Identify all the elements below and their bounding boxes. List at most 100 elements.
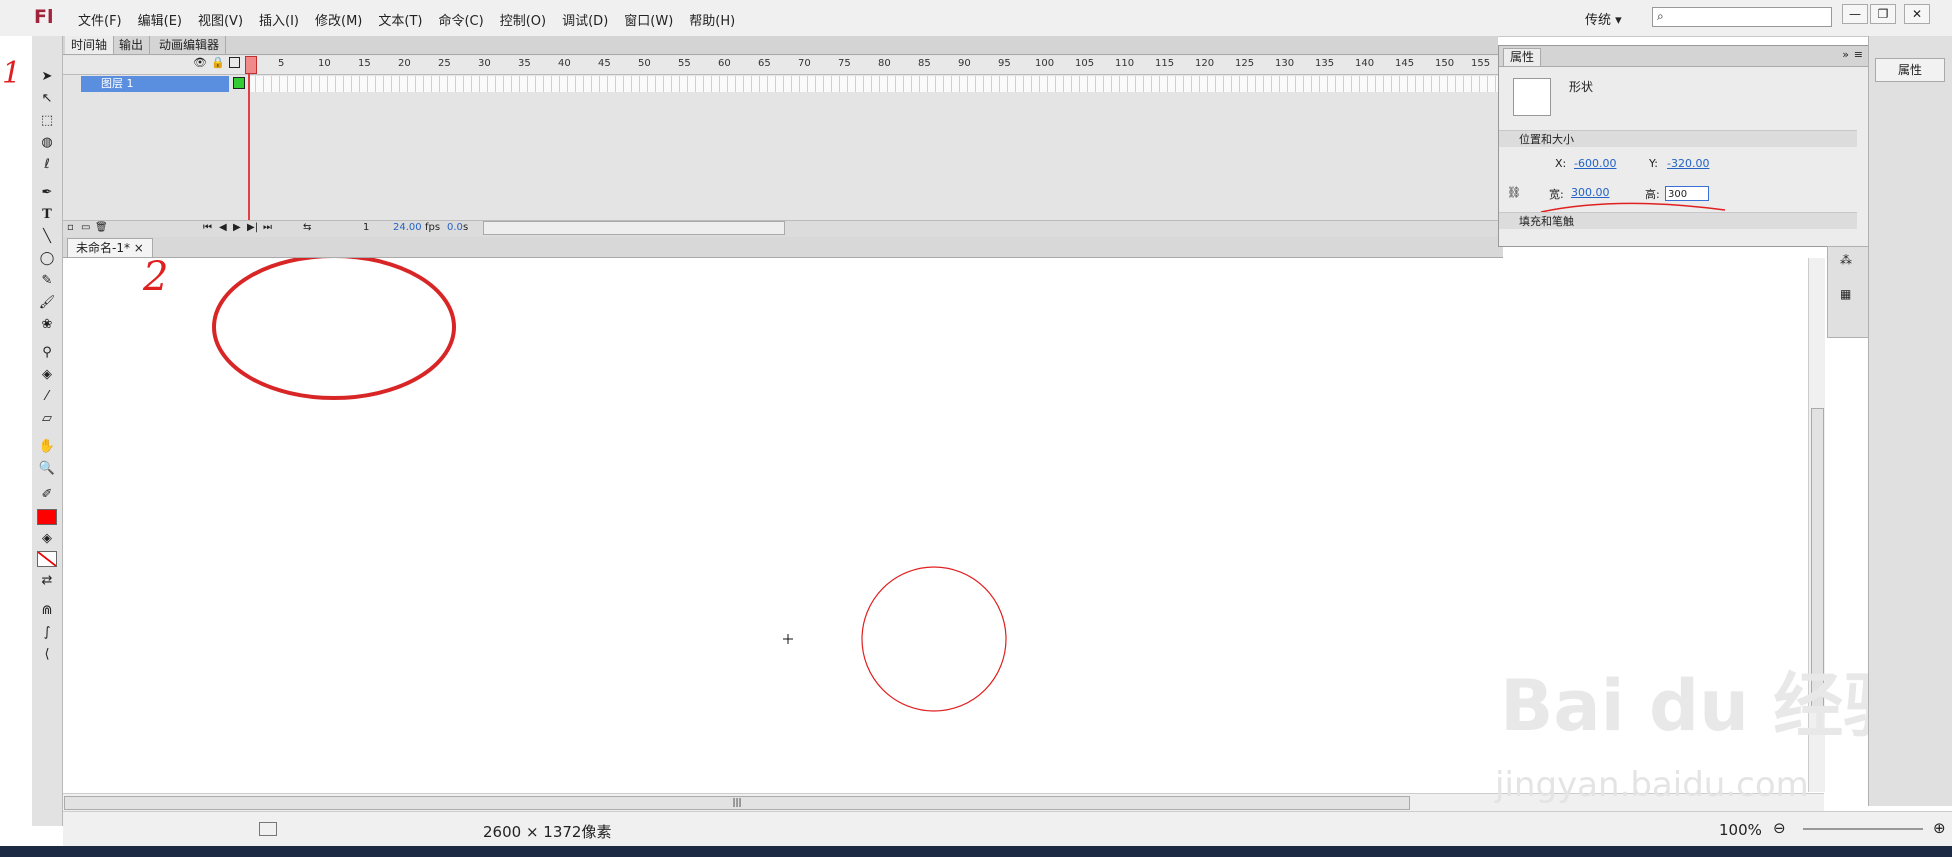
last-frame-icon[interactable]: ⏭ bbox=[263, 222, 272, 233]
zoom-in-icon[interactable]: ⊕ bbox=[1933, 819, 1946, 837]
new-folder-icon[interactable]: ▭ bbox=[81, 222, 90, 233]
delete-layer-icon[interactable]: 🗑 bbox=[95, 222, 108, 233]
link-icon[interactable]: ⛓ bbox=[1507, 186, 1521, 199]
workspace-switcher[interactable]: 传统 ▾ bbox=[1585, 9, 1622, 28]
tab-properties[interactable]: 属性 bbox=[1503, 48, 1542, 66]
timeline-scrollbar[interactable] bbox=[483, 221, 785, 235]
library-icon[interactable]: ▦ bbox=[1840, 287, 1851, 301]
tick-label: 35 bbox=[518, 58, 531, 69]
menu-debug[interactable]: 调试(D) bbox=[554, 10, 616, 29]
timeline-tabs: 时间轴 输出 动画编辑器 bbox=[63, 36, 1498, 55]
menu-commands[interactable]: 命令(C) bbox=[430, 10, 491, 29]
section-fill-stroke[interactable]: 填充和笔触 bbox=[1499, 212, 1857, 229]
stage-dimensions[interactable]: 2600 × 1372像素 bbox=[483, 821, 611, 842]
y-value[interactable]: -320.00 bbox=[1667, 157, 1709, 170]
text-tool-icon[interactable]: T bbox=[36, 206, 58, 224]
menu-window[interactable]: 窗口(W) bbox=[616, 10, 681, 29]
zoom-slider[interactable] bbox=[1803, 828, 1923, 830]
line-tool-icon[interactable]: ╲ bbox=[36, 228, 58, 246]
smooth-icon[interactable]: ∫ bbox=[36, 624, 58, 642]
fill-color-icon[interactable]: ◈ bbox=[36, 530, 58, 548]
swap-colors-icon[interactable]: ⇄ bbox=[36, 572, 58, 590]
playhead-handle[interactable] bbox=[245, 56, 257, 74]
search-input[interactable]: ⌕ bbox=[1652, 7, 1832, 27]
tick-label: 50 bbox=[638, 58, 651, 69]
menu-file[interactable]: 文件(F) bbox=[70, 10, 130, 29]
circle-shape[interactable] bbox=[861, 566, 1007, 712]
document-tab-label: 未命名-1* bbox=[76, 241, 130, 255]
minimize-button[interactable]: — bbox=[1842, 4, 1868, 24]
menu-help[interactable]: 帮助(H) bbox=[681, 10, 743, 29]
eyedropper-tool-icon[interactable]: ⁄ bbox=[36, 388, 58, 406]
menu-bar: Fl 文件(F) 编辑(E) 视图(V) 插入(I) 修改(M) 文本(T) 命… bbox=[0, 0, 1952, 37]
selection-tool-icon[interactable]: ➤ bbox=[36, 68, 58, 86]
fps-unit: fps bbox=[425, 222, 441, 233]
ellipse-shape[interactable] bbox=[212, 258, 456, 400]
pen-tool-icon[interactable]: ✒ bbox=[36, 184, 58, 202]
fill-swatch[interactable] bbox=[36, 550, 58, 568]
timeline-panel: 时间轴 输出 动画编辑器 👁 🔒 1 5 10 15 20 25 30 35 4… bbox=[63, 36, 1498, 237]
stage[interactable]: 2 bbox=[63, 254, 1508, 792]
straighten-icon[interactable]: ⟨ bbox=[36, 646, 58, 664]
step-forward-icon[interactable]: ▶| bbox=[247, 222, 258, 233]
frame-grid[interactable] bbox=[248, 76, 1498, 92]
oval-tool-icon[interactable]: ◯ bbox=[36, 250, 58, 268]
eye-icon[interactable]: 👁 bbox=[193, 56, 207, 69]
hand-tool-icon[interactable]: ✋ bbox=[36, 438, 58, 456]
time-value: 0.0 bbox=[447, 222, 463, 233]
lock-icon[interactable]: 🔒 bbox=[211, 56, 225, 69]
tab-timeline[interactable]: 时间轴 bbox=[65, 36, 115, 54]
restore-button[interactable]: ❐ bbox=[1870, 4, 1896, 24]
document-tab[interactable]: 未命名-1* × bbox=[67, 238, 153, 257]
playhead[interactable] bbox=[248, 56, 250, 221]
layer-name[interactable]: 图层 1 bbox=[81, 76, 229, 92]
menu-view[interactable]: 视图(V) bbox=[190, 10, 251, 29]
tick-label: 30 bbox=[478, 58, 491, 69]
fps-value[interactable]: 24.00 bbox=[393, 222, 422, 233]
panel-menu-icon[interactable]: ≡ bbox=[1854, 48, 1863, 61]
tick-label: 145 bbox=[1395, 58, 1415, 69]
bone-tool-icon[interactable]: ⚲ bbox=[36, 344, 58, 362]
scene-icon[interactable] bbox=[259, 822, 277, 836]
stroke-swatch[interactable] bbox=[36, 508, 58, 526]
paint-bucket-icon[interactable]: ◈ bbox=[36, 366, 58, 384]
snap-magnet-icon[interactable]: ⋒ bbox=[36, 602, 58, 620]
menu-text[interactable]: 文本(T) bbox=[370, 10, 430, 29]
menu-edit[interactable]: 编辑(E) bbox=[130, 10, 190, 29]
eraser-tool-icon[interactable]: ▱ bbox=[36, 410, 58, 428]
dock-properties-button[interactable]: 属性 bbox=[1875, 58, 1945, 82]
x-value[interactable]: -600.00 bbox=[1574, 157, 1616, 170]
step-back-icon[interactable]: ◀ bbox=[219, 222, 227, 233]
taskbar bbox=[0, 846, 1952, 857]
scroll-thumb[interactable]: ||| bbox=[64, 796, 1410, 810]
collapse-icon[interactable]: » bbox=[1842, 48, 1849, 61]
3d-rotation-tool-icon[interactable]: ◍ bbox=[36, 134, 58, 152]
stroke-color-icon[interactable]: ✐ bbox=[36, 486, 58, 504]
center-frame-icon[interactable]: ⇆ bbox=[303, 222, 311, 233]
zoom-tool-icon[interactable]: 🔍 bbox=[36, 460, 58, 478]
brush-tool-icon[interactable]: 🖌 bbox=[36, 294, 58, 312]
pencil-tool-icon[interactable]: ✎ bbox=[36, 272, 58, 290]
section-position-size[interactable]: 位置和大小 bbox=[1499, 130, 1857, 147]
motion-presets-icon[interactable]: ⁂ bbox=[1840, 253, 1852, 267]
subselection-tool-icon[interactable]: ↖ bbox=[36, 90, 58, 108]
tab-output[interactable]: 输出 bbox=[113, 36, 151, 54]
layer-color-icon[interactable] bbox=[233, 77, 245, 89]
first-frame-icon[interactable]: ⏮ bbox=[203, 222, 212, 233]
free-transform-tool-icon[interactable]: ⬚ bbox=[36, 112, 58, 130]
new-layer-icon[interactable]: ▫ bbox=[67, 222, 74, 233]
close-button[interactable]: ✕ bbox=[1904, 4, 1930, 24]
tab-motion-editor[interactable]: 动画编辑器 bbox=[153, 36, 227, 54]
deco-tool-icon[interactable]: ❀ bbox=[36, 316, 58, 334]
menu-insert[interactable]: 插入(I) bbox=[251, 10, 307, 29]
menu-control[interactable]: 控制(O) bbox=[492, 10, 554, 29]
close-icon[interactable]: × bbox=[134, 241, 144, 255]
frame-ruler[interactable]: 👁 🔒 1 5 10 15 20 25 30 35 40 45 50 55 60… bbox=[63, 56, 1498, 75]
play-icon[interactable]: ▶ bbox=[233, 222, 241, 233]
zoom-out-icon[interactable]: ⊖ bbox=[1773, 819, 1786, 837]
zoom-level[interactable]: 100% bbox=[1719, 821, 1762, 839]
outline-icon[interactable] bbox=[229, 57, 240, 68]
menu-modify[interactable]: 修改(M) bbox=[307, 10, 370, 29]
lasso-tool-icon[interactable]: ℓ bbox=[36, 156, 58, 174]
shape-type-icon bbox=[1513, 78, 1551, 116]
